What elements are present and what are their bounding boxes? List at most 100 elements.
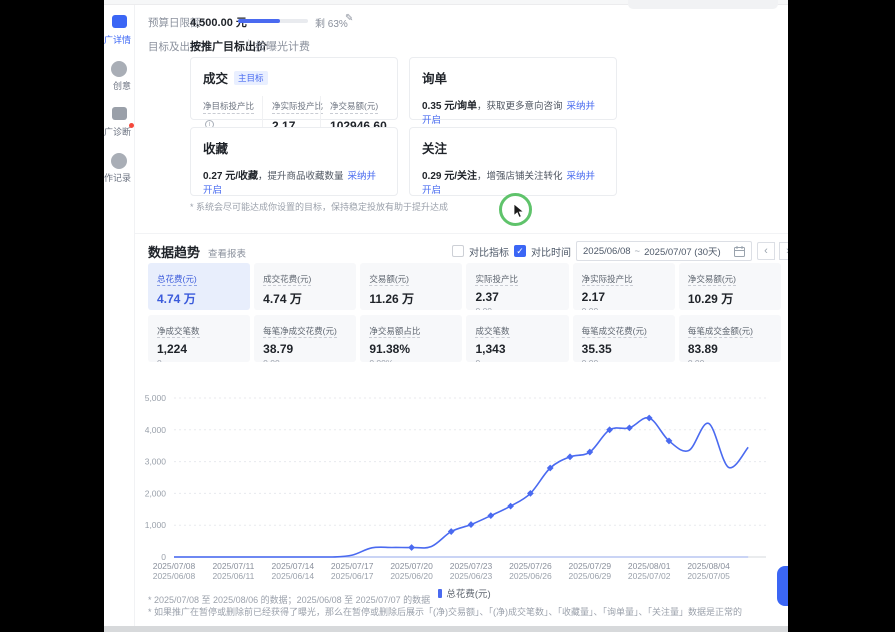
metric-label: 净成交笔数 [157, 325, 200, 338]
sidebar-item-0[interactable]: 广详情 [104, 33, 131, 46]
svg-text:2025/06/11: 2025/06/11 [212, 571, 254, 581]
svg-text:2025/07/14: 2025/07/14 [272, 561, 315, 571]
svg-text:4,000: 4,000 [145, 425, 167, 435]
deal-stat-0-label: 净目标投产比 [203, 100, 254, 114]
screen: 广详情创意广诊断作记录 预算日限额： 4,500.00 元 剩 63% ✎ 目标… [0, 0, 895, 632]
svg-text:2025/07/23: 2025/07/23 [450, 561, 493, 571]
inquiry-price: 0.35 元/询单 [422, 101, 477, 112]
deal-stat-1-label: 净实际投产比 [272, 100, 323, 114]
budget-remaining: 剩 63% [315, 15, 348, 30]
metric-compare-value: 0.00 [369, 309, 453, 310]
top-toolbar-fragment [628, 0, 778, 9]
svg-text:2,000: 2,000 [145, 488, 167, 498]
metric-card-1[interactable]: 成交花费(元)4.74 万0.00 [254, 263, 356, 310]
goal-card-favorite[interactable]: 收藏 0.27 元/收藏，提升商品收藏数量采纳并开启 [190, 127, 398, 196]
compare-metric-checkbox[interactable] [452, 245, 464, 257]
metric-label: 总花费(元) [157, 273, 197, 286]
date-start: 2025/06/08 [583, 246, 631, 257]
goal-card-deal[interactable]: 成交主目标 净目标投产比i 2.45 ✎ 净实际投产比 2.17 净交易额(元)… [190, 57, 398, 120]
metric-label: 成交笔数 [475, 325, 509, 338]
sidebar-item-2[interactable]: 广诊断 [104, 125, 131, 138]
tab-bid-by-impression[interactable]: 按曝光计费 [255, 38, 310, 54]
legend-swatch [438, 589, 442, 598]
metric-card-2[interactable]: 交易额(元)11.26 万0.00 [360, 263, 462, 310]
notification-dot [129, 123, 134, 128]
goal-card-follow[interactable]: 关注 0.29 元/关注，增强店铺关注转化采纳并开启 [409, 127, 617, 196]
metric-card-grid: 总花费(元)4.74 万0.00成交花费(元)4.74 万0.00交易额(元)1… [148, 263, 781, 362]
metric-value: 38.79 [263, 342, 347, 356]
metric-compare-value: 0.00 [475, 306, 559, 310]
metric-value: 4.74 万 [263, 290, 347, 307]
prev-period-button[interactable]: ‹ [757, 242, 775, 260]
metric-label: 每笔净成交花费(元) [263, 325, 337, 338]
metric-compare-value: 0 [157, 358, 241, 362]
svg-text:2025/07/05: 2025/07/05 [687, 571, 730, 581]
view-report-link[interactable]: 查看报表 [208, 246, 246, 260]
metric-card-4[interactable]: 净实际投产比2.170.00 [573, 263, 675, 310]
svg-text:2025/07/29: 2025/07/29 [569, 561, 612, 571]
svg-text:2025/06/17: 2025/06/17 [331, 571, 374, 581]
metric-value: 1,224 [157, 342, 241, 356]
metric-compare-value: 0 [475, 358, 559, 362]
metric-label: 净实际投产比 [582, 273, 633, 286]
metric-card-5[interactable]: 净交易额(元)10.29 万0.00 [679, 263, 781, 310]
budget-progress-bar [238, 19, 308, 23]
metric-card-9[interactable]: 成交笔数1,3430 [466, 315, 568, 362]
metric-value: 11.26 万 [369, 290, 453, 307]
svg-text:2025/07/20: 2025/07/20 [390, 561, 433, 571]
metric-compare-value: 0.00% [369, 358, 453, 362]
goal-card-follow-title: 关注 [422, 138, 447, 157]
metric-card-0[interactable]: 总花费(元)4.74 万0.00 [148, 263, 250, 310]
svg-text:2025/07/17: 2025/07/17 [331, 561, 374, 571]
metric-card-10[interactable]: 每笔成交花费(元)35.350.00 [573, 315, 675, 362]
metric-card-7[interactable]: 每笔净成交花费(元) 38.79 0.00 [254, 315, 356, 362]
svg-text:5,000: 5,000 [145, 393, 167, 403]
metric-compare-value: 0.00 [582, 358, 666, 362]
svg-text:2025/06/20: 2025/06/20 [390, 571, 433, 581]
metric-card-11[interactable]: 每笔成交金额(元)83.890.00 [679, 315, 781, 362]
metric-card-8[interactable]: 净交易额占比91.38%0.00% [360, 315, 462, 362]
svg-text:2025/06/08: 2025/06/08 [153, 571, 196, 581]
metric-label: 净交易额(元) [688, 273, 736, 286]
budget-progress-fill [238, 19, 280, 23]
left-nav-sidebar: 广详情创意广诊断作记录 [104, 5, 135, 626]
next-period-button[interactable]: › [779, 242, 788, 260]
history-icon[interactable] [111, 153, 127, 169]
goal-card-favorite-title: 收藏 [203, 138, 228, 157]
trend-controls: 对比指标 ✓ 对比时间 2025/06/08 ~ 2025/07/07 (30天… [452, 241, 788, 261]
budget-edit-icon[interactable]: ✎ [345, 13, 353, 24]
svg-text:2025/07/11: 2025/07/11 [212, 561, 254, 571]
metric-value: 4.74 万 [157, 290, 241, 307]
primary-goal-badge: 主目标 [234, 71, 268, 85]
svg-text:2025/06/14: 2025/06/14 [272, 571, 315, 581]
metric-compare-value: 0.00 [263, 309, 347, 310]
feedback-handle[interactable] [777, 566, 788, 606]
follow-desc: ，增强店铺关注转化 [477, 171, 563, 182]
goal-card-deal-title: 成交 [203, 68, 228, 87]
svg-text:3,000: 3,000 [145, 457, 167, 467]
goal-card-inquiry-title: 询单 [422, 68, 447, 87]
metric-compare-value: 0.00 [688, 309, 772, 310]
goal-card-inquiry[interactable]: 询单 0.35 元/询单，获取更多意向咨询采纳并开启 [409, 57, 617, 120]
diagnose-icon[interactable] [112, 107, 127, 120]
compare-time-label: 对比时间 [531, 244, 571, 259]
date-end: 2025/07/07 (30天) [644, 244, 721, 258]
metric-compare-value: 0.00 [582, 306, 666, 310]
svg-text:1,000: 1,000 [145, 520, 167, 530]
metric-value: 91.38% [369, 342, 453, 356]
section-divider [135, 233, 788, 234]
metric-compare-value: 0.00 [263, 358, 347, 362]
sidebar-item-1[interactable]: 创意 [113, 79, 131, 92]
sidebar-item-3[interactable]: 作记录 [104, 171, 131, 184]
metric-card-3[interactable]: 实际投产比2.370.00 [466, 263, 568, 310]
metric-card-6[interactable]: 净成交笔数 1,224 0 [148, 315, 250, 362]
calendar-icon [734, 246, 745, 257]
detail-icon[interactable] [112, 15, 127, 28]
metric-label: 每笔成交花费(元) [582, 325, 647, 338]
date-range-picker[interactable]: 2025/06/08 ~ 2025/07/07 (30天) [576, 241, 752, 261]
creative-icon[interactable] [111, 61, 127, 77]
svg-text:2025/06/26: 2025/06/26 [509, 571, 552, 581]
svg-text:2025/06/29: 2025/06/29 [569, 571, 612, 581]
compare-time-checkbox[interactable]: ✓ [514, 245, 526, 257]
date-separator: ~ [635, 246, 641, 257]
